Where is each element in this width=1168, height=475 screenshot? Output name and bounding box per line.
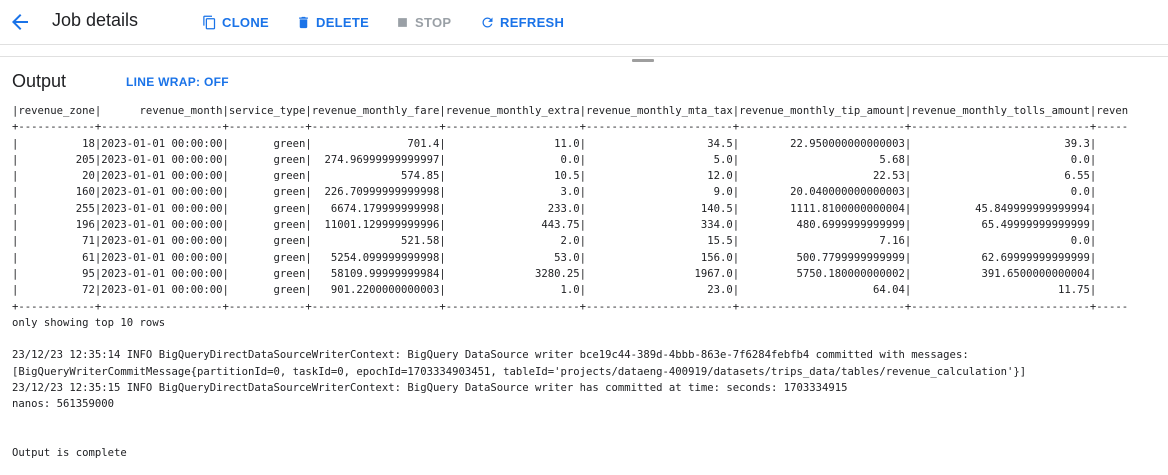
- log-line: | 160|2023-01-01 00:00:00| green| 226.70…: [12, 186, 1097, 199]
- delete-label: DELETE: [316, 14, 370, 30]
- log-line: | 205|2023-01-01 00:00:00| green| 274.96…: [12, 153, 1097, 166]
- log-line: 23/12/23 12:35:14 INFO BigQueryDirectDat…: [12, 349, 969, 362]
- arrow-left-icon[interactable]: [8, 10, 32, 34]
- refresh-label: REFRESH: [500, 14, 565, 30]
- clone-label: CLONE: [222, 14, 269, 30]
- line-wrap-toggle[interactable]: LINE WRAP: OFF: [126, 75, 229, 89]
- resize-handle[interactable]: [632, 59, 654, 62]
- panel-divider: [0, 56, 1168, 57]
- stop-button[interactable]: STOP: [395, 13, 451, 31]
- output-title: Output: [12, 71, 67, 91]
- log-line: | 72|2023-01-01 00:00:00| green| 901.220…: [12, 284, 1097, 297]
- log-line: +------------+-------------------+------…: [12, 121, 1129, 134]
- output-log-panel[interactable]: |revenue_zone| revenue_month|service_typ…: [0, 103, 1168, 475]
- log-line: 23/12/23 12:35:15 INFO BigQueryDirectDat…: [12, 382, 848, 395]
- log-line: | 196|2023-01-01 00:00:00| green| 11001.…: [12, 219, 1097, 232]
- log-line: [BigQueryWriterCommitMessage{partitionId…: [12, 365, 1027, 378]
- trash-icon: [299, 16, 308, 28]
- log-line: nanos: 561359000: [12, 398, 115, 411]
- refresh-button[interactable]: REFRESH: [480, 13, 564, 31]
- copy-icon: [203, 15, 216, 29]
- stop-label: STOP: [415, 14, 452, 30]
- stop-icon: [398, 17, 407, 27]
- log-line: +------------+-------------------+------…: [12, 300, 1129, 313]
- log-line: | 71|2023-01-01 00:00:00| green| 521.58|…: [12, 235, 1097, 248]
- log-line: only showing top 10 rows: [12, 316, 166, 329]
- log-line: | 255|2023-01-01 00:00:00| green| 6674.1…: [12, 202, 1097, 215]
- log-line: | 61|2023-01-01 00:00:00| green| 5254.09…: [12, 251, 1097, 264]
- log-line: | 20|2023-01-01 00:00:00| green| 574.85|…: [12, 170, 1097, 183]
- job-details-toolbar: Job details CLONE DELETE STOP REFRESH: [0, 0, 1168, 45]
- delete-button[interactable]: DELETE: [296, 13, 369, 31]
- log-line: Output is complete: [12, 447, 127, 460]
- output-log: |revenue_zone| revenue_month|service_typ…: [0, 103, 1168, 462]
- log-line: | 95|2023-01-01 00:00:00| green| 58109.9…: [12, 267, 1097, 280]
- clone-button[interactable]: CLONE: [202, 13, 269, 31]
- log-line: | 18|2023-01-01 00:00:00| green| 701.4| …: [12, 137, 1097, 150]
- log-line: |revenue_zone| revenue_month|service_typ…: [12, 105, 1129, 117]
- refresh-icon: [482, 17, 493, 27]
- page-title: Job details: [52, 10, 139, 30]
